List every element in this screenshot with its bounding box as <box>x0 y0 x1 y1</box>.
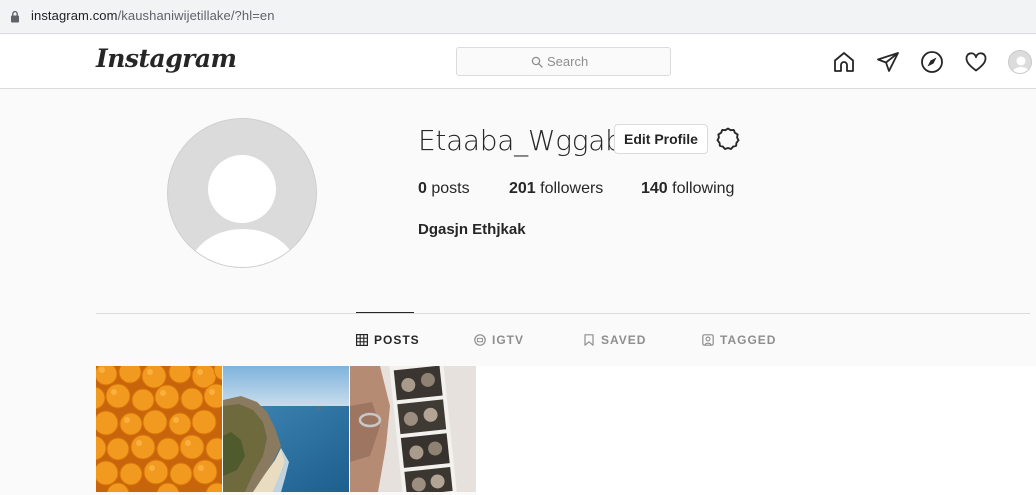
post-thumbnail-oranges[interactable] <box>96 366 222 492</box>
igtv-icon <box>474 334 486 346</box>
tagged-icon <box>702 334 714 346</box>
browser-address-bar[interactable]: instagram.com/kaushaniwijetillake/?hl=en <box>0 0 1036 34</box>
tabs-divider <box>96 313 1030 314</box>
posts-number: 0 <box>418 180 427 197</box>
profile-username: Etaaba_Wggab <box>418 124 623 157</box>
following-label: following <box>672 180 735 197</box>
avatar-head-shape <box>208 155 276 223</box>
tab-igtv-label: IGTV <box>492 333 525 347</box>
url-text[interactable]: instagram.com/kaushaniwijetillake/?hl=en <box>31 8 275 23</box>
explore-icon[interactable] <box>920 50 944 74</box>
top-navigation-bar: Instagram Search <box>0 35 1036 89</box>
avatar-body-shape <box>190 229 296 267</box>
coastline-image <box>223 366 349 492</box>
home-icon[interactable] <box>832 50 856 74</box>
followers-link[interactable]: 201 followers <box>509 180 603 198</box>
posts-label: posts <box>431 180 470 197</box>
lock-icon <box>11 10 19 23</box>
search-input[interactable]: Search <box>456 47 671 76</box>
posts-count: 0 posts <box>418 180 470 198</box>
settings-gear-icon[interactable] <box>715 126 741 152</box>
direct-message-icon[interactable] <box>876 50 900 74</box>
grid-empty-area <box>476 366 1036 495</box>
tab-posts[interactable]: POSTS <box>356 333 420 347</box>
following-link[interactable]: 140 following <box>641 180 734 198</box>
oranges-image <box>96 366 222 492</box>
tab-saved[interactable]: SAVED <box>583 333 646 347</box>
profile-picture[interactable] <box>167 118 317 268</box>
tab-saved-label: SAVED <box>601 333 647 347</box>
edit-profile-button[interactable]: Edit Profile <box>614 124 708 154</box>
following-number: 140 <box>641 180 668 197</box>
url-host: instagram.com <box>31 8 118 23</box>
tab-tagged[interactable]: TAGGED <box>702 333 776 347</box>
post-thumbnail-photo-booth-strip[interactable] <box>350 366 476 492</box>
instagram-logo[interactable]: Instagram <box>96 44 237 73</box>
activity-heart-icon[interactable] <box>964 50 988 74</box>
tab-posts-label: POSTS <box>374 333 420 347</box>
bookmark-icon <box>584 334 594 346</box>
url-path: /kaushaniwijetillake/?hl=en <box>117 8 275 23</box>
tab-igtv[interactable]: IGTV <box>474 333 524 347</box>
profile-avatar[interactable] <box>1008 50 1032 74</box>
search-icon <box>531 56 543 68</box>
avatar-placeholder-icon <box>1013 56 1029 73</box>
search-placeholder: Search <box>547 54 589 69</box>
grid-icon <box>356 334 368 346</box>
photo-booth-strip-image <box>350 366 476 492</box>
profile-full-name: Dgasjn Ethjkak <box>418 221 526 238</box>
active-tab-indicator <box>356 312 414 313</box>
followers-label: followers <box>540 180 604 197</box>
post-thumbnail-coastline[interactable] <box>223 366 349 492</box>
tab-tagged-label: TAGGED <box>720 333 777 347</box>
followers-number: 201 <box>509 180 536 197</box>
